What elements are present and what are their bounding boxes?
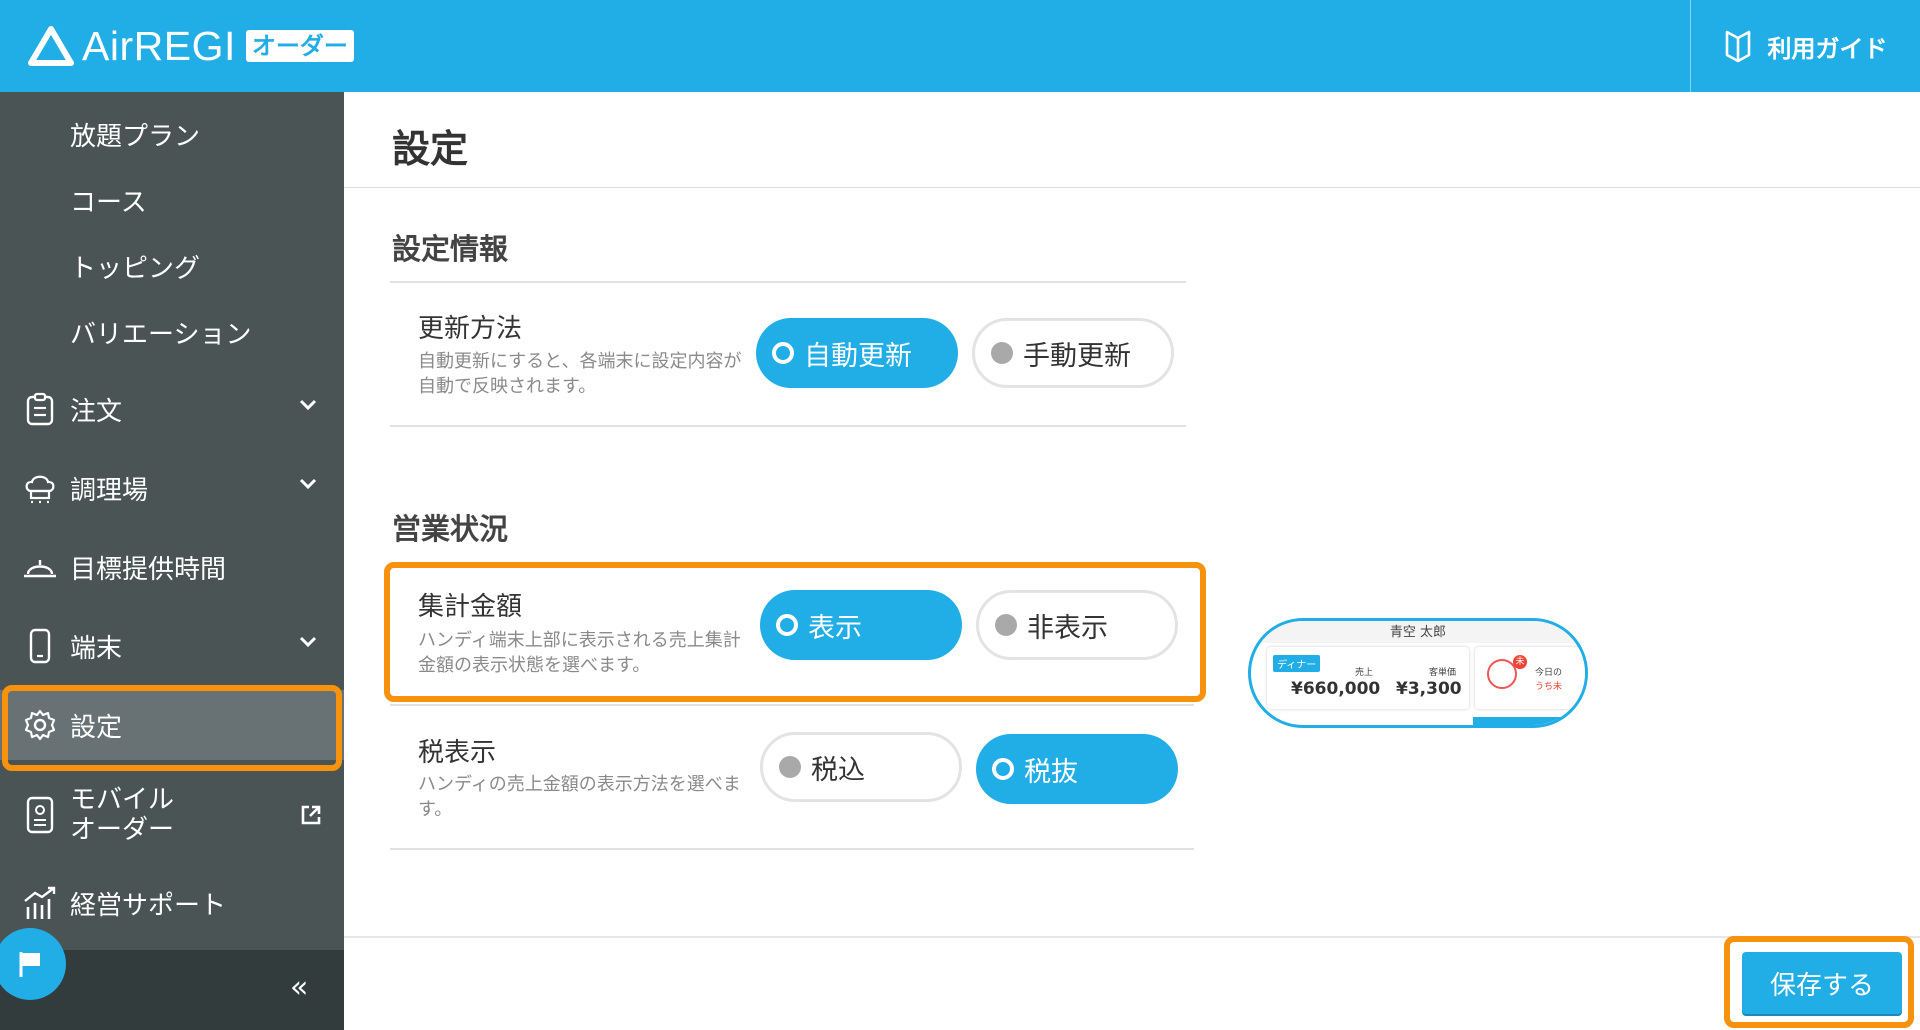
sidebar: 放題プラン コース トッピング バリエーション 注文 調理場 目標提供時間 端末… <box>0 92 344 1030</box>
sidebar-item-label: 目標提供時間 <box>70 554 227 585</box>
collapse-sidebar-button[interactable]: « <box>290 970 308 1005</box>
sidebar-item-label: 調理場 <box>70 475 149 506</box>
sidebar-subitem-topping[interactable]: トッピング <box>70 248 200 285</box>
manual-update-option[interactable]: 手動更新 <box>972 318 1174 388</box>
sidebar-subitem-course[interactable]: コース <box>70 182 147 219</box>
chart-icon <box>22 885 58 921</box>
preview-tag: ディナー <box>1273 655 1321 672</box>
mobile-order-icon <box>22 796 58 834</box>
sidebar-item-target-time[interactable]: 目標提供時間 <box>0 532 344 602</box>
usage-guide-link[interactable]: 利用ガイド <box>1690 0 1920 92</box>
preview-sales-value: ¥660,000 <box>1291 679 1381 699</box>
preview-bottom-tab <box>1473 717 1573 725</box>
logo-badge: オーダー <box>245 30 354 62</box>
airregi-logo[interactable]: AirREGI オーダー <box>28 22 354 70</box>
flag-icon <box>19 952 40 977</box>
tax-excluded-option[interactable]: 税抜 <box>976 734 1178 804</box>
sidebar-item-terminal[interactable]: 端末 <box>0 611 344 681</box>
guide-book-icon <box>1725 30 1750 63</box>
sidebar-item-label-line2: オーダー <box>70 815 175 845</box>
total-amount-desc: ハンディ端末上部に表示される売上集計金額の表示状態を選べます。 <box>418 630 741 676</box>
option-label: 自動更新 <box>804 340 912 372</box>
sidebar-item-label: 注文 <box>70 396 123 427</box>
page-title: 設定 <box>392 127 469 171</box>
option-label: 税込 <box>811 754 865 786</box>
tax-display-label: 税表示 <box>418 738 497 768</box>
sidebar-item-label: 経営サポート <box>70 890 227 921</box>
option-label: 表示 <box>808 612 862 644</box>
chevron-down-icon <box>299 478 317 490</box>
handy-preview-image: 青空 太郎 ディナー 売上 ¥660,000 客単価 ¥3,300 未 今日の … <box>1248 618 1588 728</box>
sidebar-item-label: モバイル オーダー <box>70 785 174 845</box>
chevron-down-icon <box>299 636 317 648</box>
tax-included-option[interactable]: 税込 <box>760 732 962 802</box>
show-option[interactable]: 表示 <box>760 590 962 660</box>
chevron-down-icon <box>299 399 317 411</box>
total-amount-label: 集計金額 <box>418 592 523 622</box>
chef-hat-icon <box>22 470 58 506</box>
radio-selected-icon <box>776 614 798 636</box>
sidebar-item-mobile-order[interactable]: モバイル オーダー <box>0 772 344 858</box>
preview-avg-value: ¥3,300 <box>1396 679 1462 699</box>
row-divider <box>390 281 1186 283</box>
hide-option[interactable]: 非表示 <box>976 590 1178 660</box>
option-label: 非表示 <box>1027 612 1108 644</box>
smartphone-icon <box>22 628 58 664</box>
sidebar-item-order[interactable]: 注文 <box>0 374 344 444</box>
preview-top-bar: 青空 太郎 <box>1251 621 1585 643</box>
radio-unselected-icon <box>991 342 1013 364</box>
radio-selected-icon <box>992 758 1014 780</box>
footer-divider <box>344 936 1920 938</box>
preview-unsettled-label: うち未 <box>1535 682 1563 692</box>
clipboard-icon <box>22 391 58 427</box>
update-method-desc: 自動更新にすると、各端末に設定内容が自動で反映されます。 <box>418 351 742 397</box>
tax-display-desc: ハンディの売上金額の表示方法を選べます。 <box>418 774 741 820</box>
row-divider <box>390 848 1194 850</box>
radio-selected-icon <box>772 342 794 364</box>
preview-badge: 未 <box>1513 655 1527 669</box>
auto-update-option[interactable]: 自動更新 <box>756 318 958 388</box>
sidebar-item-business-support[interactable]: 経営サポート <box>0 868 344 938</box>
sidebar-item-label: 端末 <box>70 633 123 664</box>
preview-avg-label: 客単価 <box>1429 668 1457 678</box>
option-label: 税抜 <box>1024 756 1078 788</box>
preview-sales-label: 売上 <box>1355 668 1374 678</box>
section-title-settings-info: 設定情報 <box>392 232 509 266</box>
update-method-label: 更新方法 <box>418 314 523 344</box>
radio-unselected-icon <box>779 756 801 778</box>
radio-unselected-icon <box>995 614 1017 636</box>
option-label: 手動更新 <box>1023 340 1131 372</box>
preview-today-label: 今日の <box>1535 668 1563 678</box>
logo-text: AirREGI <box>82 22 236 69</box>
settings-highlight-frame <box>2 685 342 771</box>
logo-mark-icon <box>28 26 74 66</box>
section-title-business-status: 営業状況 <box>392 512 509 546</box>
sidebar-item-label-line1: モバイル <box>70 785 175 815</box>
sidebar-subitem-unlimited-plan[interactable]: 放題プラン <box>70 116 200 153</box>
guide-label: 利用ガイド <box>1767 34 1888 63</box>
row-divider <box>390 425 1186 427</box>
external-link-icon <box>301 805 321 825</box>
title-divider <box>344 187 1920 188</box>
save-button[interactable]: 保存する <box>1742 952 1902 1014</box>
row-divider <box>390 704 1194 706</box>
sidebar-subitem-variation[interactable]: バリエーション <box>70 314 251 351</box>
app-header: AirREGI オーダー 利用ガイド <box>0 0 1920 92</box>
sidebar-item-kitchen[interactable]: 調理場 <box>0 453 344 523</box>
cloche-icon <box>22 549 58 585</box>
